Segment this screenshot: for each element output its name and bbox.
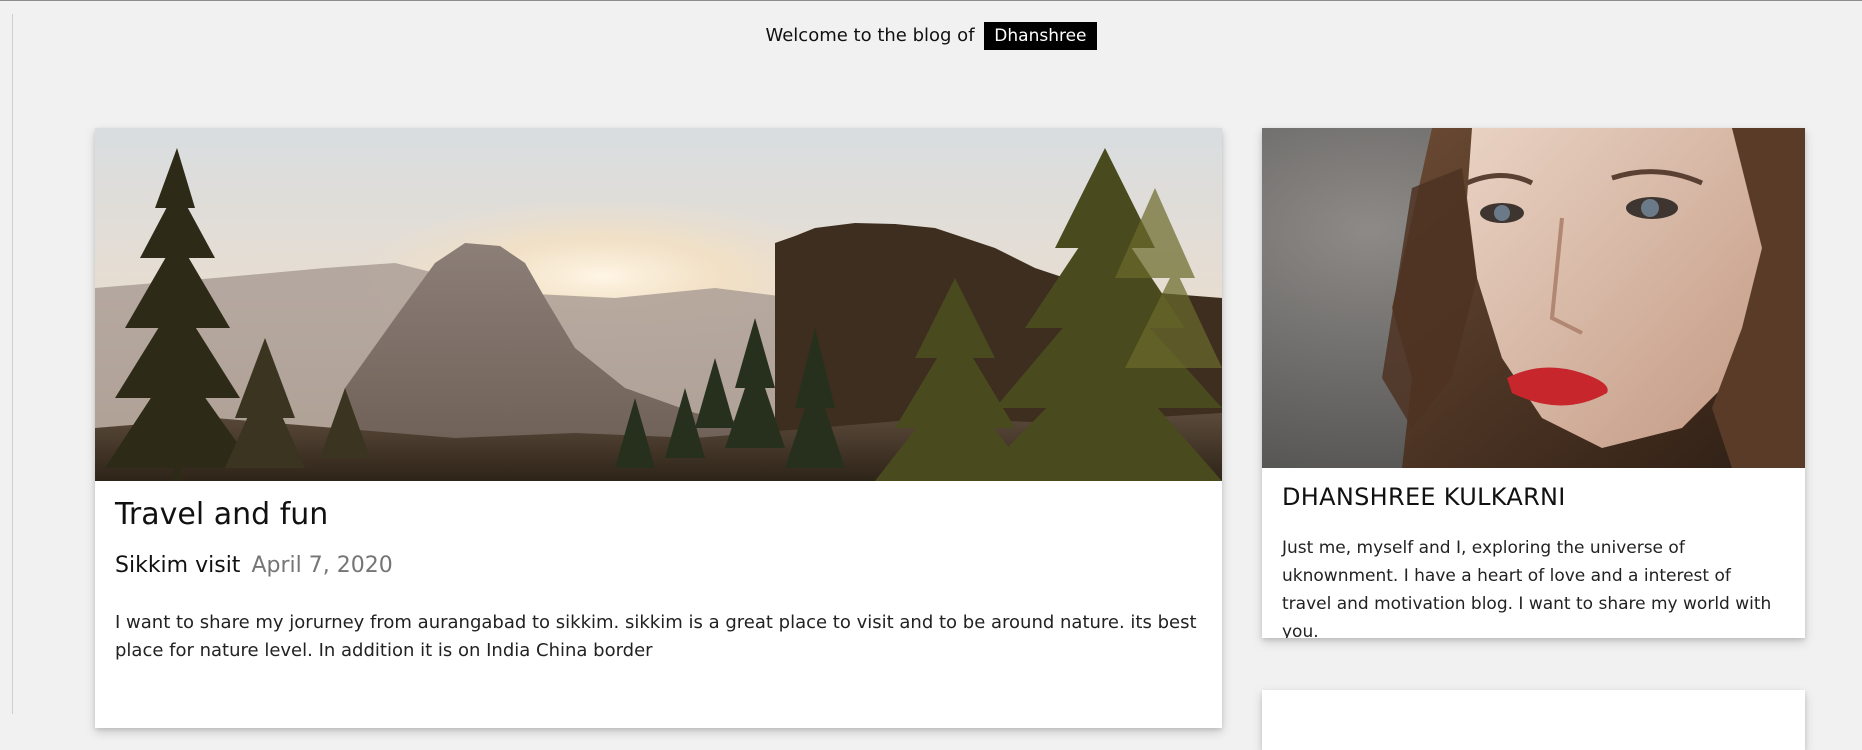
blog-owner-tag: Dhanshree <box>984 22 1097 50</box>
welcome-text: Welcome to the blog of <box>765 25 975 46</box>
post-subheading: Sikkim visit April 7, 2020 <box>115 551 1202 581</box>
left-page-border <box>12 14 13 714</box>
profile-name: DHANSHREE KULKARNI <box>1282 483 1566 511</box>
profile-bio: Just me, myself and I, exploring the uni… <box>1282 538 1772 638</box>
post-date: April 7, 2020 <box>251 553 393 578</box>
post-hero-image <box>95 128 1222 481</box>
next-sidebar-card <box>1262 690 1805 750</box>
welcome-header: Welcome to the blog of Dhanshree <box>0 22 1862 50</box>
post-subtitle: Sikkim visit <box>115 553 241 578</box>
profile-photo <box>1262 128 1805 468</box>
profile-body: DHANSHREE KULKARNI Just me, myself and I… <box>1262 468 1805 638</box>
post-title: Travel and fun <box>115 497 329 532</box>
profile-card: DHANSHREE KULKARNI Just me, myself and I… <box>1262 128 1805 638</box>
blog-post-card: Travel and fun Sikkim visit April 7, 202… <box>95 128 1222 728</box>
post-body: Travel and fun Sikkim visit April 7, 202… <box>95 481 1222 665</box>
browser-top-border <box>0 0 1862 1</box>
post-text: I want to share my jorurney from auranga… <box>115 612 1197 661</box>
